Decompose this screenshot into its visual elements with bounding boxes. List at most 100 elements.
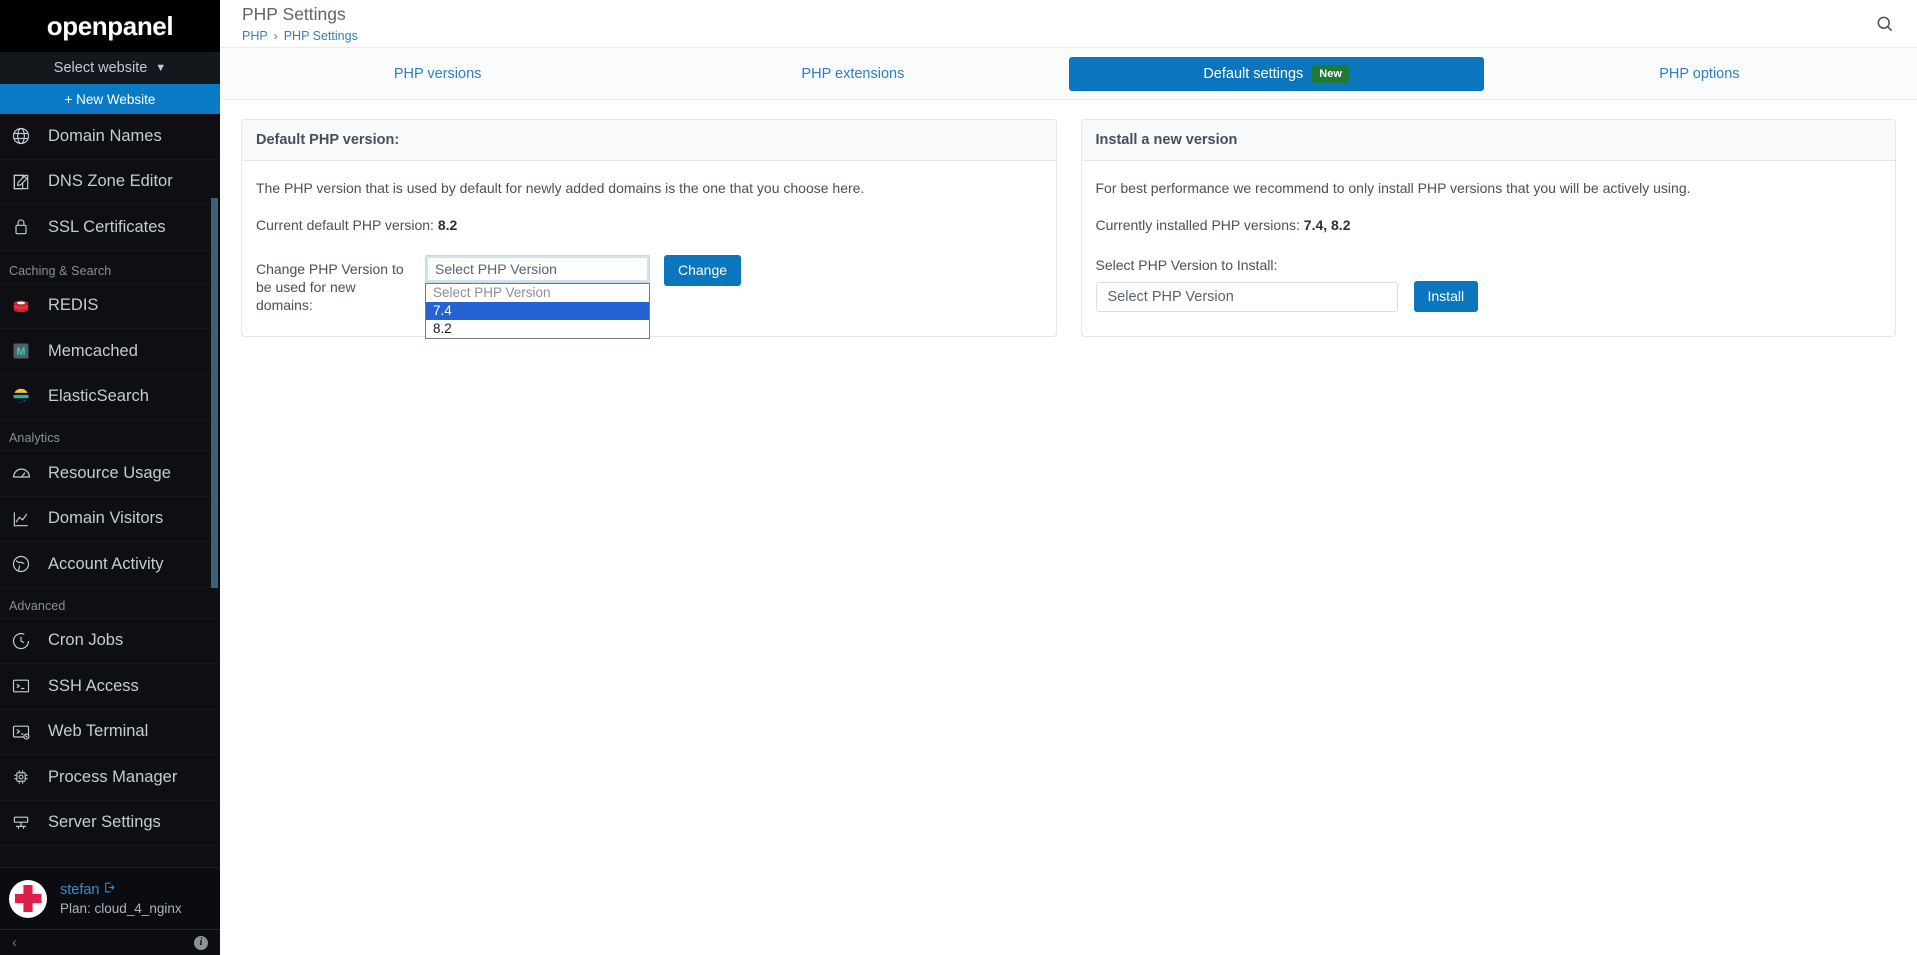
web-terminal-icon bbox=[9, 720, 33, 744]
php-version-select-value: Select PHP Version bbox=[435, 261, 557, 277]
sidebar-item-label: Resource Usage bbox=[48, 463, 171, 482]
sidebar-item-memcached[interactable]: M Memcached bbox=[0, 329, 220, 375]
install-new-version-card: Install a new version For best performan… bbox=[1080, 119, 1896, 337]
default-php-version-card: Default PHP version: The PHP version tha… bbox=[241, 119, 1057, 339]
install-button[interactable]: Install bbox=[1413, 281, 1479, 312]
install-select-label: Select PHP Version to Install: bbox=[1095, 257, 1278, 273]
select-option-8-2[interactable]: 8.2 bbox=[426, 320, 649, 338]
brand-label: openpanel bbox=[46, 10, 174, 41]
edit-square-icon bbox=[9, 170, 33, 194]
user-name-link[interactable]: stefan bbox=[60, 881, 182, 898]
sidebar-group-caching-search: Caching & Search bbox=[0, 251, 220, 284]
content-area: Default PHP version: The PHP version tha… bbox=[220, 100, 1917, 339]
cpu-icon bbox=[9, 765, 33, 789]
chevron-down-icon: ▼ bbox=[155, 61, 167, 74]
breadcrumb: PHP › PHP Settings bbox=[242, 29, 358, 43]
sidebar-item-domain-visitors[interactable]: Domain Visitors bbox=[0, 497, 220, 542]
globe-activity-icon bbox=[9, 552, 33, 576]
install-version-select-value: Select PHP Version bbox=[1107, 288, 1234, 305]
card-title: Default PHP version: bbox=[242, 120, 1056, 161]
sidebar-item-domain-names[interactable]: Domain Names bbox=[0, 114, 220, 160]
user-panel[interactable]: stefan Plan: cloud_4_nginx bbox=[0, 867, 220, 929]
topbar: PHP Settings PHP › PHP Settings bbox=[220, 0, 1917, 48]
sidebar-item-label: DNS Zone Editor bbox=[48, 172, 173, 191]
sidebar-group-analytics: Analytics bbox=[0, 420, 220, 451]
lock-icon bbox=[9, 215, 33, 239]
app-root: openpanel Select website ▼ + New Website… bbox=[0, 0, 1917, 955]
sidebar-item-server-settings[interactable]: Server Settings bbox=[0, 801, 220, 846]
sidebar-item-label: Account Activity bbox=[48, 554, 164, 573]
tab-default-settings-label: Default settings bbox=[1203, 65, 1304, 82]
svg-text:M: M bbox=[16, 346, 25, 358]
php-version-select-menu[interactable]: Select PHP Version 7.4 8.2 bbox=[425, 283, 650, 339]
card-title: Install a new version bbox=[1081, 120, 1895, 161]
gauge-icon bbox=[9, 461, 33, 485]
user-meta: stefan Plan: cloud_4_nginx bbox=[60, 881, 182, 917]
memcached-icon: M bbox=[9, 339, 33, 363]
sidebar-item-redis[interactable]: REDIS bbox=[0, 284, 220, 329]
tab-php-extensions[interactable]: PHP extensions bbox=[645, 58, 1060, 90]
sidebar-item-account-activity[interactable]: Account Activity bbox=[0, 542, 220, 588]
page-title: PHP Settings bbox=[242, 4, 346, 24]
php-version-select[interactable]: Select PHP Version bbox=[425, 255, 650, 283]
breadcrumb-current[interactable]: PHP Settings bbox=[284, 29, 358, 43]
sidebar-item-dns-zone-editor[interactable]: DNS Zone Editor bbox=[0, 160, 220, 205]
change-version-label: Change PHP Version to be used for new do… bbox=[256, 261, 404, 313]
current-default-version-label: Current default PHP version: bbox=[256, 217, 434, 233]
sidebar-item-cron-jobs[interactable]: Cron Jobs bbox=[0, 619, 220, 664]
info-icon[interactable]: i bbox=[194, 935, 208, 950]
card-description: The PHP version that is used by default … bbox=[256, 180, 865, 196]
sidebar-item-label: ElasticSearch bbox=[48, 387, 149, 406]
website-selector-label: Select website bbox=[53, 60, 148, 76]
sidebar-item-label: REDIS bbox=[48, 296, 99, 315]
sidebar-item-resource-usage[interactable]: Resource Usage bbox=[0, 451, 220, 497]
current-default-version-value: 8.2 bbox=[437, 217, 458, 233]
php-version-select-wrapper: Select PHP Version Select PHP Version 7.… bbox=[425, 255, 650, 339]
sidebar-scrollbar-thumb[interactable] bbox=[211, 198, 218, 588]
search-icon[interactable] bbox=[1875, 14, 1895, 39]
elasticsearch-icon bbox=[9, 385, 33, 409]
terminal-icon bbox=[9, 674, 33, 698]
installed-versions-label: Currently installed PHP versions: bbox=[1095, 217, 1300, 233]
card-description: For best performance we recommend to onl… bbox=[1095, 180, 1691, 196]
sidebar-item-label: Server Settings bbox=[48, 813, 161, 832]
installed-versions-value: 7.4, 8.2 bbox=[1303, 217, 1351, 233]
breadcrumb-root[interactable]: PHP bbox=[242, 29, 268, 43]
user-name-label: stefan bbox=[60, 881, 100, 898]
brand-logo[interactable]: openpanel bbox=[0, 0, 220, 52]
logout-icon[interactable] bbox=[103, 881, 116, 898]
tab-default-settings[interactable]: Default settings New bbox=[1068, 56, 1484, 91]
sidebar-item-ssl-certificates[interactable]: SSL Certificates bbox=[0, 205, 220, 251]
breadcrumb-separator: › bbox=[273, 29, 278, 43]
redis-icon bbox=[9, 294, 33, 318]
sidebar-item-label: Memcached bbox=[48, 341, 138, 360]
installed-versions: Currently installed PHP versions: 7.4, 8… bbox=[1096, 217, 1882, 233]
tab-php-options[interactable]: PHP options bbox=[1492, 58, 1907, 90]
card-body: For best performance we recommend to onl… bbox=[1082, 161, 1896, 334]
install-version-select[interactable]: Select PHP Version bbox=[1095, 281, 1398, 312]
select-option-placeholder[interactable]: Select PHP Version bbox=[426, 284, 649, 302]
website-selector[interactable]: Select website ▼ bbox=[0, 52, 220, 84]
sidebar-item-label: Domain Names bbox=[48, 126, 162, 145]
sidebar-item-label: SSH Access bbox=[48, 676, 139, 695]
sidebar-item-process-manager[interactable]: Process Manager bbox=[0, 755, 220, 801]
user-plan-label: Plan: cloud_4_nginx bbox=[60, 901, 182, 916]
change-button[interactable]: Change bbox=[664, 255, 742, 286]
select-option-7-4[interactable]: 7.4 bbox=[426, 302, 649, 320]
new-website-label: + New Website bbox=[64, 91, 156, 107]
clock-icon bbox=[9, 629, 33, 653]
sidebar-item-ssh-access[interactable]: SSH Access bbox=[0, 664, 220, 710]
change-version-row: Change PHP Version to be used for new do… bbox=[256, 255, 1042, 339]
sidebar-item-label: Cron Jobs bbox=[48, 631, 124, 650]
globe-icon bbox=[9, 124, 33, 148]
new-website-button[interactable]: + New Website bbox=[0, 84, 220, 114]
sidebar: openpanel Select website ▼ + New Website… bbox=[0, 0, 220, 955]
sidebar-item-elasticsearch[interactable]: ElasticSearch bbox=[0, 375, 220, 420]
main-content: PHP Settings PHP › PHP Settings PHP vers… bbox=[220, 0, 1917, 955]
sidebar-item-label: Process Manager bbox=[48, 767, 178, 786]
collapse-sidebar-icon[interactable]: ‹ bbox=[12, 934, 17, 951]
sidebar-item-web-terminal[interactable]: Web Terminal bbox=[0, 710, 220, 755]
sidebar-item-label: SSL Certificates bbox=[48, 217, 166, 236]
tab-php-versions[interactable]: PHP versions bbox=[230, 58, 645, 90]
current-default-version: Current default PHP version: 8.2 bbox=[256, 217, 1042, 233]
